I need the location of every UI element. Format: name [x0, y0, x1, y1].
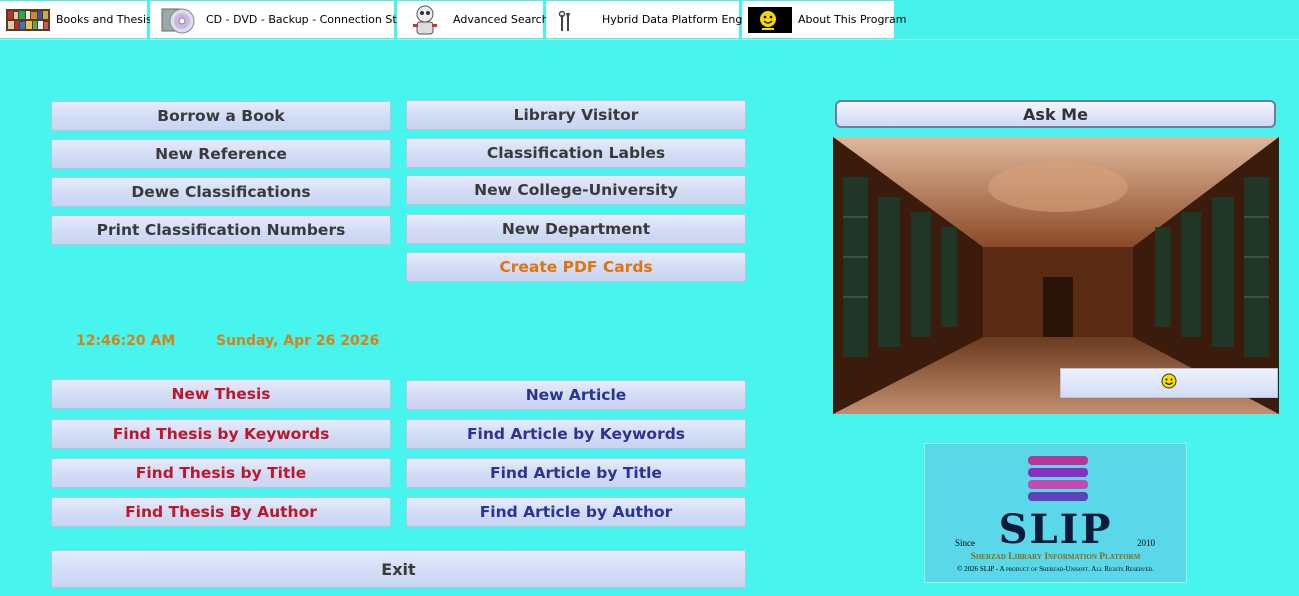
new-thesis-button[interactable]: New Thesis	[51, 379, 391, 409]
new-reference-button[interactable]: New Reference	[51, 139, 391, 169]
ask-me-button[interactable]: Ask Me	[835, 100, 1276, 128]
tab-advanced-search[interactable]: Advanced Search	[397, 1, 549, 38]
find-thesis-by-author-button[interactable]: Find Thesis By Author	[51, 497, 391, 527]
logo-copyright: © 2026 SLIP - A product of Sherzad-Uniso…	[957, 565, 1154, 573]
find-article-by-keywords-button[interactable]: Find Article by Keywords	[406, 419, 746, 449]
robot-search-icon	[403, 5, 447, 34]
tab-label: CD - DVD - Backup - Connection Status	[206, 13, 421, 26]
new-article-button[interactable]: New Article	[406, 380, 746, 410]
smiley-button[interactable]	[1060, 368, 1278, 398]
tab-hybrid-data-platform[interactable]: Hybrid Data Platform Engine	[546, 1, 759, 38]
clock-date: Sunday, Apr 26 2026	[216, 333, 380, 349]
find-article-by-title-button[interactable]: Find Article by Title	[406, 458, 746, 488]
bookshelf-icon	[6, 7, 50, 33]
cd-disc-icon	[156, 7, 200, 33]
logo-since: Since	[955, 538, 975, 548]
smiley-icon	[1161, 373, 1177, 393]
new-college-university-button[interactable]: New College-University	[406, 175, 746, 205]
slip-logo: SLIP Since 2010 Sherzad Library Informat…	[924, 443, 1187, 583]
tab-cd-dvd-backup[interactable]: CD - DVD - Backup - Connection Status	[150, 1, 420, 38]
tab-label: Books and Thesis	[56, 13, 152, 26]
dewe-classifications-button[interactable]: Dewe Classifications	[51, 177, 391, 207]
find-thesis-by-keywords-button[interactable]: Find Thesis by Keywords	[51, 419, 391, 449]
find-article-by-author-button[interactable]: Find Article by Author	[406, 497, 746, 527]
library-visitor-button[interactable]: Library Visitor	[406, 100, 746, 130]
create-pdf-cards-button[interactable]: Create PDF Cards	[406, 252, 746, 282]
clock-time: 12:46:20 AM	[76, 333, 176, 349]
exit-button[interactable]: Exit	[51, 550, 746, 588]
print-classification-numbers-button[interactable]: Print Classification Numbers	[51, 215, 391, 245]
tab-label: About This Program	[798, 13, 907, 26]
classification-lables-button[interactable]: Classification Lables	[406, 138, 746, 168]
borrow-a-book-button[interactable]: Borrow a Book	[51, 101, 391, 131]
tools-icon	[552, 7, 596, 33]
tab-label: Hybrid Data Platform Engine	[602, 13, 760, 26]
tab-label: Advanced Search	[453, 13, 549, 26]
tab-bar: Books and Thesis CD - DVD - Backup - Con…	[0, 0, 1299, 40]
logo-year: 2010	[1137, 538, 1155, 548]
tab-books-and-thesis[interactable]: Books and Thesis	[0, 1, 152, 38]
smiley-about-icon	[748, 6, 792, 33]
logo-tagline: Sherzad Library Information Platform	[970, 552, 1141, 562]
tab-about-this-program[interactable]: About This Program	[742, 1, 906, 38]
new-department-button[interactable]: New Department	[406, 214, 746, 244]
find-thesis-by-title-button[interactable]: Find Thesis by Title	[51, 458, 391, 488]
